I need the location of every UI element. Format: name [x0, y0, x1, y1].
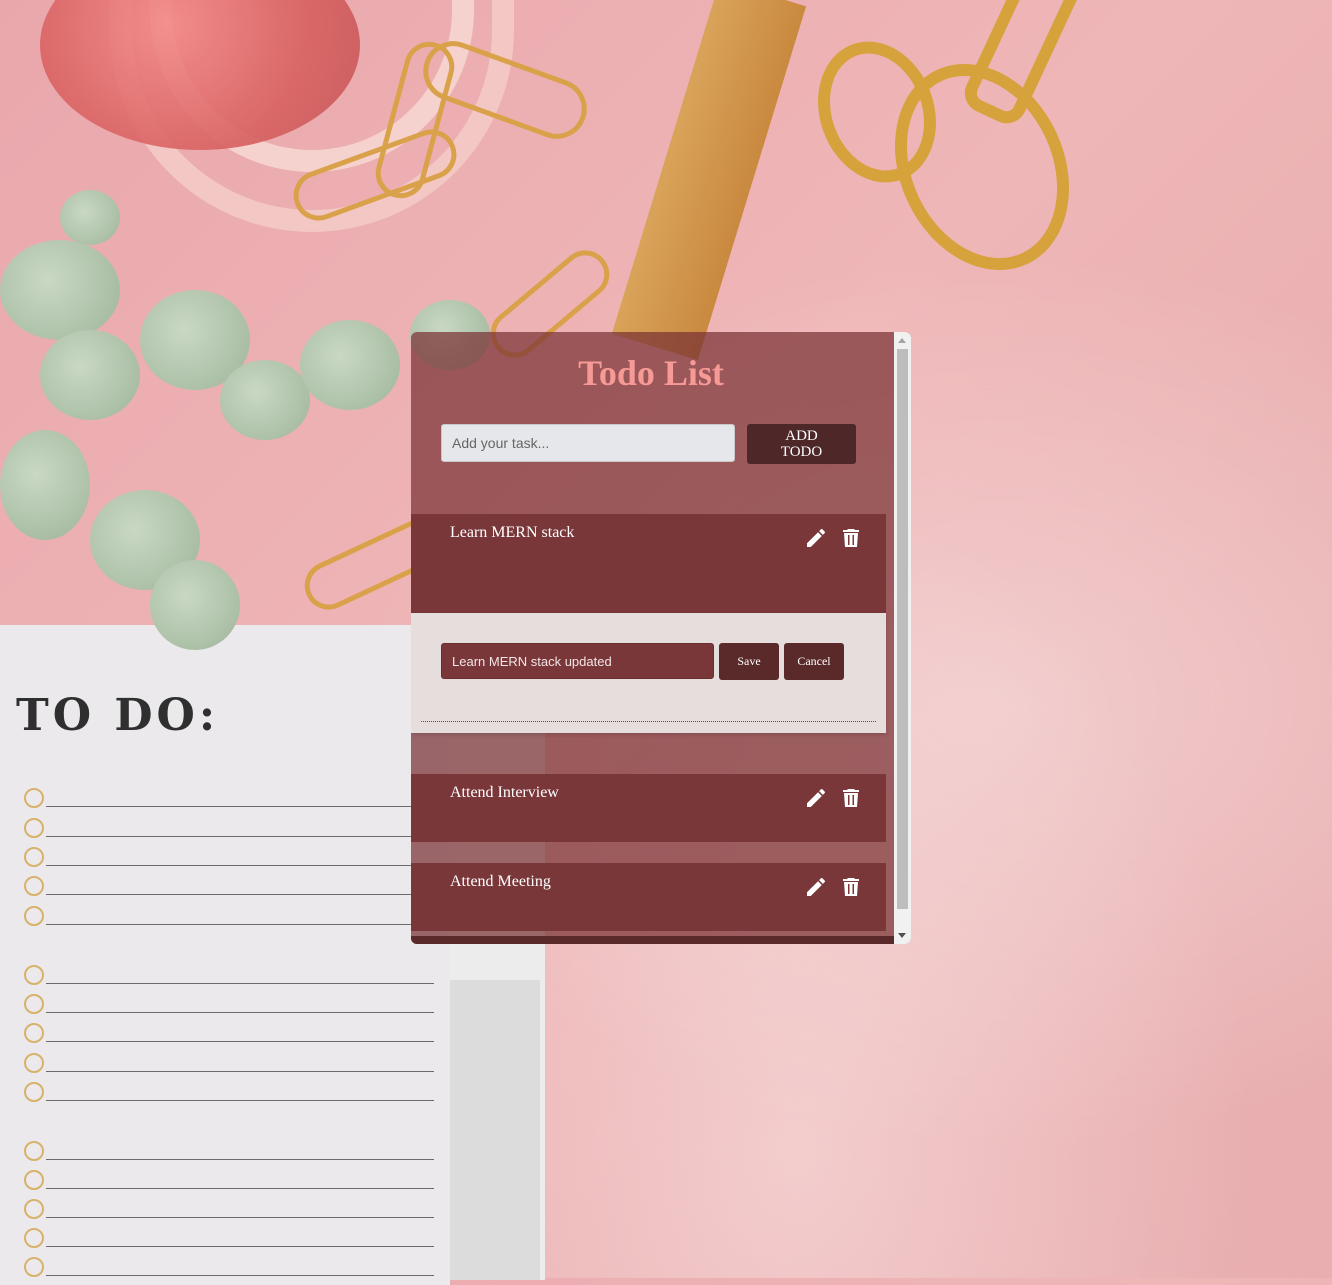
panel-footer: [411, 936, 894, 944]
background-decoration: [611, 0, 807, 361]
app-title: Todo List: [578, 353, 724, 393]
scrollbar[interactable]: [894, 332, 911, 944]
scrollbar-thumb[interactable]: [897, 349, 908, 909]
notebook-line: [24, 818, 434, 838]
trash-icon[interactable]: [839, 875, 863, 899]
background-decoration: [220, 360, 310, 440]
pencil-icon[interactable]: [804, 786, 828, 810]
notebook-line: [24, 1228, 434, 1248]
add-todo-button[interactable]: ADD TODO: [747, 424, 856, 464]
add-task-input[interactable]: [441, 424, 735, 462]
notebook-line: [24, 788, 434, 808]
trash-icon[interactable]: [839, 526, 863, 550]
background-decoration: [0, 240, 120, 340]
todo-item: Attend Meeting: [411, 863, 886, 931]
background-decoration: [0, 430, 90, 540]
divider: [421, 721, 876, 722]
notebook-line: [24, 1082, 434, 1102]
todo-text: Attend Interview: [450, 784, 559, 801]
notebook-line: [24, 1170, 434, 1190]
trash-icon[interactable]: [839, 786, 863, 810]
notebook-line: [24, 847, 434, 867]
todo-app: Todo List ADD TODO Learn MERN stack Save…: [411, 332, 911, 944]
pencil-icon[interactable]: [804, 875, 828, 899]
background-decoration: [150, 560, 240, 650]
todo-item: Learn MERN stack: [411, 514, 886, 613]
notebook-line: [24, 1257, 434, 1277]
save-button[interactable]: Save: [719, 643, 779, 680]
background-decoration: [60, 190, 120, 245]
notebook-line: [24, 994, 434, 1014]
notebook-line: [24, 1023, 434, 1043]
notebook-line: [24, 1053, 434, 1073]
notebook-line: [24, 1141, 434, 1161]
background-decoration: [440, 980, 540, 1280]
edit-todo-input[interactable]: [441, 643, 714, 679]
background-decoration: [300, 320, 400, 410]
scroll-down-arrow-icon[interactable]: [898, 933, 906, 938]
edit-panel: Save Cancel: [411, 613, 886, 733]
todo-item: Attend Interview: [411, 774, 886, 842]
notebook-line: [24, 965, 434, 985]
background-decoration: [958, 0, 1086, 130]
notebook-heading: TO DO:: [16, 690, 220, 741]
notebook-line: [24, 906, 434, 926]
cancel-button[interactable]: Cancel: [784, 643, 844, 680]
todo-text: Attend Meeting: [450, 873, 551, 890]
notebook-line: [24, 1199, 434, 1219]
scroll-up-arrow-icon[interactable]: [898, 338, 906, 343]
pencil-icon[interactable]: [804, 526, 828, 550]
todo-text: Learn MERN stack: [450, 524, 575, 541]
background-decoration: [40, 330, 140, 420]
notebook-line: [24, 876, 434, 896]
